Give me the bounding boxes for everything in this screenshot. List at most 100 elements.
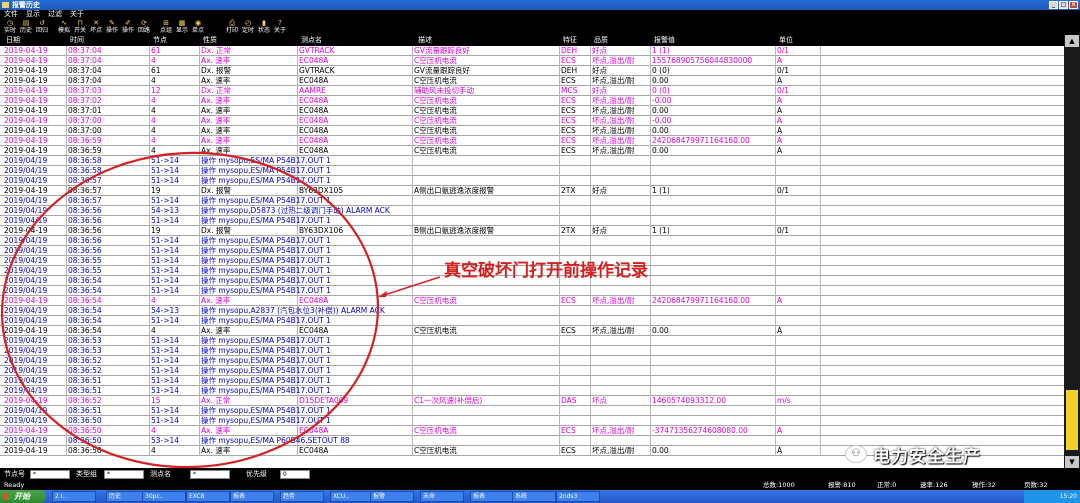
table-row[interactable]: 2019-04-19 08:36:54 4 Ax. 速率 EC048A C空压机电流 ECS… [0,326,1064,336]
point-filter-select[interactable]: * [190,470,230,479]
scroll-up-icon[interactable]: ▲ [1065,35,1079,47]
table-row[interactable]: 2019/04/19 08:36:52 51->14 操作 mysopu,ES/MA … [0,356,1064,366]
taskbar-task-button[interactable]: 报表 [470,491,514,502]
table-row[interactable]: 2019-04-19 08:36:59 4 Ax. 速率 EC048A C空压机电流 ECS… [0,146,1064,156]
table-row[interactable]: 2019-04-19 08:36:52 15 Ax. 正常 D15DETA009 C1一次… [0,396,1064,406]
scroll-thumb[interactable] [1066,390,1078,450]
toolbar-loop-button[interactable]: ⟳ 回路 [136,19,152,35]
table-row[interactable]: 2019/04/19 08:36:53 51->14 操作 mysopu,ES/MA … [0,346,1064,356]
table-row[interactable]: 2019-04-19 08:37:03 12 Dx. 正常 AAMRE 辅助风未投切手动 M… [0,86,1064,96]
table-row[interactable]: 2019/04/19 08:36:56 51->14 操作 mysopu,ES/MA … [0,216,1064,226]
taskbar-task-button[interactable]: 30pc.. [142,491,186,502]
table-row[interactable]: 2019/04/19 08:36:57 51->14 操作 mysopu,ES/MA … [0,176,1064,186]
toolbar-replay-button[interactable]: ↺ 回归 [34,19,50,35]
node-filter-select[interactable]: * [30,470,70,479]
toolbar-operate2-button[interactable]: ✐ 操作 [120,19,136,35]
toolbar-about-button[interactable]: ? 关于 [272,19,288,35]
column-header-quality[interactable]: 品质 [594,35,608,46]
toolbar-timer-button[interactable]: ◴ 定时 [240,19,256,35]
taskbar-task-button[interactable]: 趋势 [280,491,324,502]
table-row[interactable]: 2019/04/19 08:36:51 51->14 操作 mysopu,ES/MA … [0,386,1064,396]
toolbar-single-point-button[interactable]: ◉ 单点 [190,19,206,35]
column-header-date[interactable]: 日期 [6,35,20,46]
table-row[interactable]: 2019-04-19 08:36:59 4 Ax. 速率 EC048A C空压机电流 ECS… [0,136,1064,146]
cell-quality: 坏点,溢出/耐 [592,106,635,115]
table-row[interactable]: 2019/04/19 08:36:51 51->14 操作 mysopu,ES/MA … [0,406,1064,416]
table-row[interactable]: 2019-04-19 08:37:04 4 Ax. 速率 EC048A C空压机电流 ECS… [0,56,1064,66]
menu-filter[interactable]: 过滤 [48,10,62,19]
column-header-point-name[interactable]: 测点名 [301,35,322,46]
category-filter-label: 类型组 [76,470,97,478]
priority-filter-select[interactable]: 0 [280,470,310,479]
cell-time: 08:36:52 [68,356,102,365]
table-row[interactable]: 2019-04-19 08:37:04 61 Dx. 正常 GVTRACK GV流量跟踪良… [0,46,1064,56]
toolbar-group-button[interactable]: ⊞ 点组 [158,19,174,35]
close-button[interactable]: × [1069,1,1078,9]
menu-about[interactable]: 关于 [70,10,84,19]
taskbar-task-button[interactable]: EXC8 [186,491,230,502]
minimize-button[interactable]: _ [1049,1,1058,9]
column-header-node[interactable]: 节点 [153,35,167,46]
table-row[interactable]: 2019/04/19 08:36:53 51->14 操作 mysopu,ES/MA … [0,336,1064,346]
taskbar-task-button[interactable]: 2nds3 [556,491,600,502]
table-row[interactable]: 2019/04/19 08:36:57 51->14 操作 mysopu,ES/MA … [0,196,1064,206]
toolbar-print-button[interactable]: ⎙ 打印 [224,19,240,35]
start-button[interactable]: 开始 [0,490,46,503]
toolbar-switch-button[interactable]: ⊓ 开关 [72,19,88,35]
table-row[interactable]: 2019/04/19 08:36:54 51->14 操作 mysopu,ES/MA … [0,286,1064,296]
table-row[interactable]: 2019/04/19 08:36:52 51->14 操作 mysopu,ES/MA … [0,366,1064,376]
table-row[interactable]: 2019-04-19 08:37:00 4 Ax. 速率 EC048A C空压机电流 ECS… [0,116,1064,126]
column-header-type[interactable]: 性质 [203,35,217,46]
table-row[interactable]: 2019-04-19 08:36:57 19 Dx. 报警 BY63DX105 A侧出口氨… [0,186,1064,196]
cell-time: 08:36:59 [68,136,102,145]
column-header-alarm-value[interactable]: 报警值 [654,35,675,46]
toolbar-status-button[interactable]: ▮ 状态 [256,19,272,35]
toolbar-simulate-button[interactable]: ∿ 模拟 [56,19,72,35]
table-row[interactable]: 2019-04-19 08:36:56 19 Dx. 报警 BY63DX106 B侧出口氨… [0,226,1064,236]
cell-description: C空压机电流 [414,136,457,145]
category-filter-select[interactable]: * [104,470,144,479]
table-row[interactable]: 2019-04-19 08:37:04 61 Dx. 报警 GVTRACK GV流量跟踪良… [0,66,1064,76]
table-row[interactable]: 2019/04/19 08:36:58 51->14 操作 mysopu,ES/MA … [0,166,1064,176]
taskbar-task-button[interactable]: 未命 [420,491,464,502]
toolbar-realtime-button[interactable]: ◷ 实时 [2,19,18,35]
column-header-feature[interactable]: 特征 [563,35,577,46]
table-row[interactable]: 2019/04/19 08:36:50 51->14 操作 mysopu,ES/MA … [0,416,1064,426]
taskbar-task-button[interactable]: XCU.. [330,491,374,502]
menu-view[interactable]: 显示 [26,10,40,19]
cell-alarm-value: 0.00 [652,76,669,85]
table-row[interactable]: 2019/04/19 08:36:54 51->14 操作 mysopu,ES/MA … [0,316,1064,326]
table-row[interactable]: 2019-04-19 08:37:02 4 Ax. 速率 EC048A C空压机电流 ECS… [0,96,1064,106]
column-header-time[interactable]: 时间 [70,35,84,46]
toolbar-bad-point-button[interactable]: ✕ 坏点 [88,19,104,35]
toolbar-label: 回路 [137,27,150,34]
toolbar-display-button[interactable]: ▦ 显示 [174,19,190,35]
table-row[interactable]: 2019-04-19 08:37:04 4 Ax. 速率 EC048A C空压机电流 ECS… [0,76,1064,86]
taskbar-task-button[interactable]: 报表 [230,491,274,502]
table-row[interactable]: 2019/04/19 08:36:58 51->14 操作 mysopu,ES/MA … [0,156,1064,166]
table-row[interactable]: 2019-04-19 08:37:00 4 Ax. 速率 EC048A C空压机电流 ECS… [0,126,1064,136]
toolbar-history-button[interactable]: ▤ 历史 [18,19,34,35]
cell-node: 51->14 [151,166,180,175]
menu-file[interactable]: 文件 [4,10,18,19]
vertical-scrollbar[interactable]: ▲ ▼ [1064,35,1080,468]
table-row[interactable]: 2019-04-19 08:36:54 4 Ax. 速率 EC048A C空压机电流 ECS… [0,296,1064,306]
column-header-description[interactable]: 描述 [418,35,432,46]
toolbar-operate-button[interactable]: ✎ 操作 [104,19,120,35]
table-row[interactable]: 2019/04/19 08:36:56 54->13 操作 mysopu,D5873 … [0,206,1064,216]
table-row[interactable]: 2019-04-19 08:37:01 4 Ax. 速率 EC048A C空压机电流 ECS… [0,106,1064,116]
table-row[interactable]: 2019/04/19 08:36:56 51->14 操作 mysopu,ES/MA … [0,236,1064,246]
table-row[interactable]: 2019/04/19 08:36:56 51->14 操作 mysopu,ES/MA … [0,246,1064,256]
column-header-unit[interactable]: 单位 [779,35,793,46]
taskbar-task-button[interactable]: 2 I.. [52,491,96,502]
start-label: 开始 [14,492,30,501]
maximize-button[interactable]: □ [1059,1,1068,9]
taskbar-task-button[interactable]: 报警 [370,491,414,502]
table-row[interactable]: 2019-04-19 08:36:50 4 Ax. 速率 EC048A C空压机电流 ECS… [0,426,1064,436]
system-tray[interactable]: 15:20 [1024,490,1080,503]
table-row[interactable]: 2019/04/19 08:36:51 51->14 操作 mysopu,ES/MA … [0,376,1064,386]
table-body: 2019-04-19 08:37:04 61 Dx. 正常 GVTRACK GV流量跟踪良… [0,46,1064,456]
scroll-down-icon[interactable]: ▼ [1065,456,1079,468]
taskbar-task-button[interactable]: 系统 [512,491,556,502]
table-row[interactable]: 2019/04/19 08:36:54 54->13 操作 mysopu,A2837 … [0,306,1064,316]
